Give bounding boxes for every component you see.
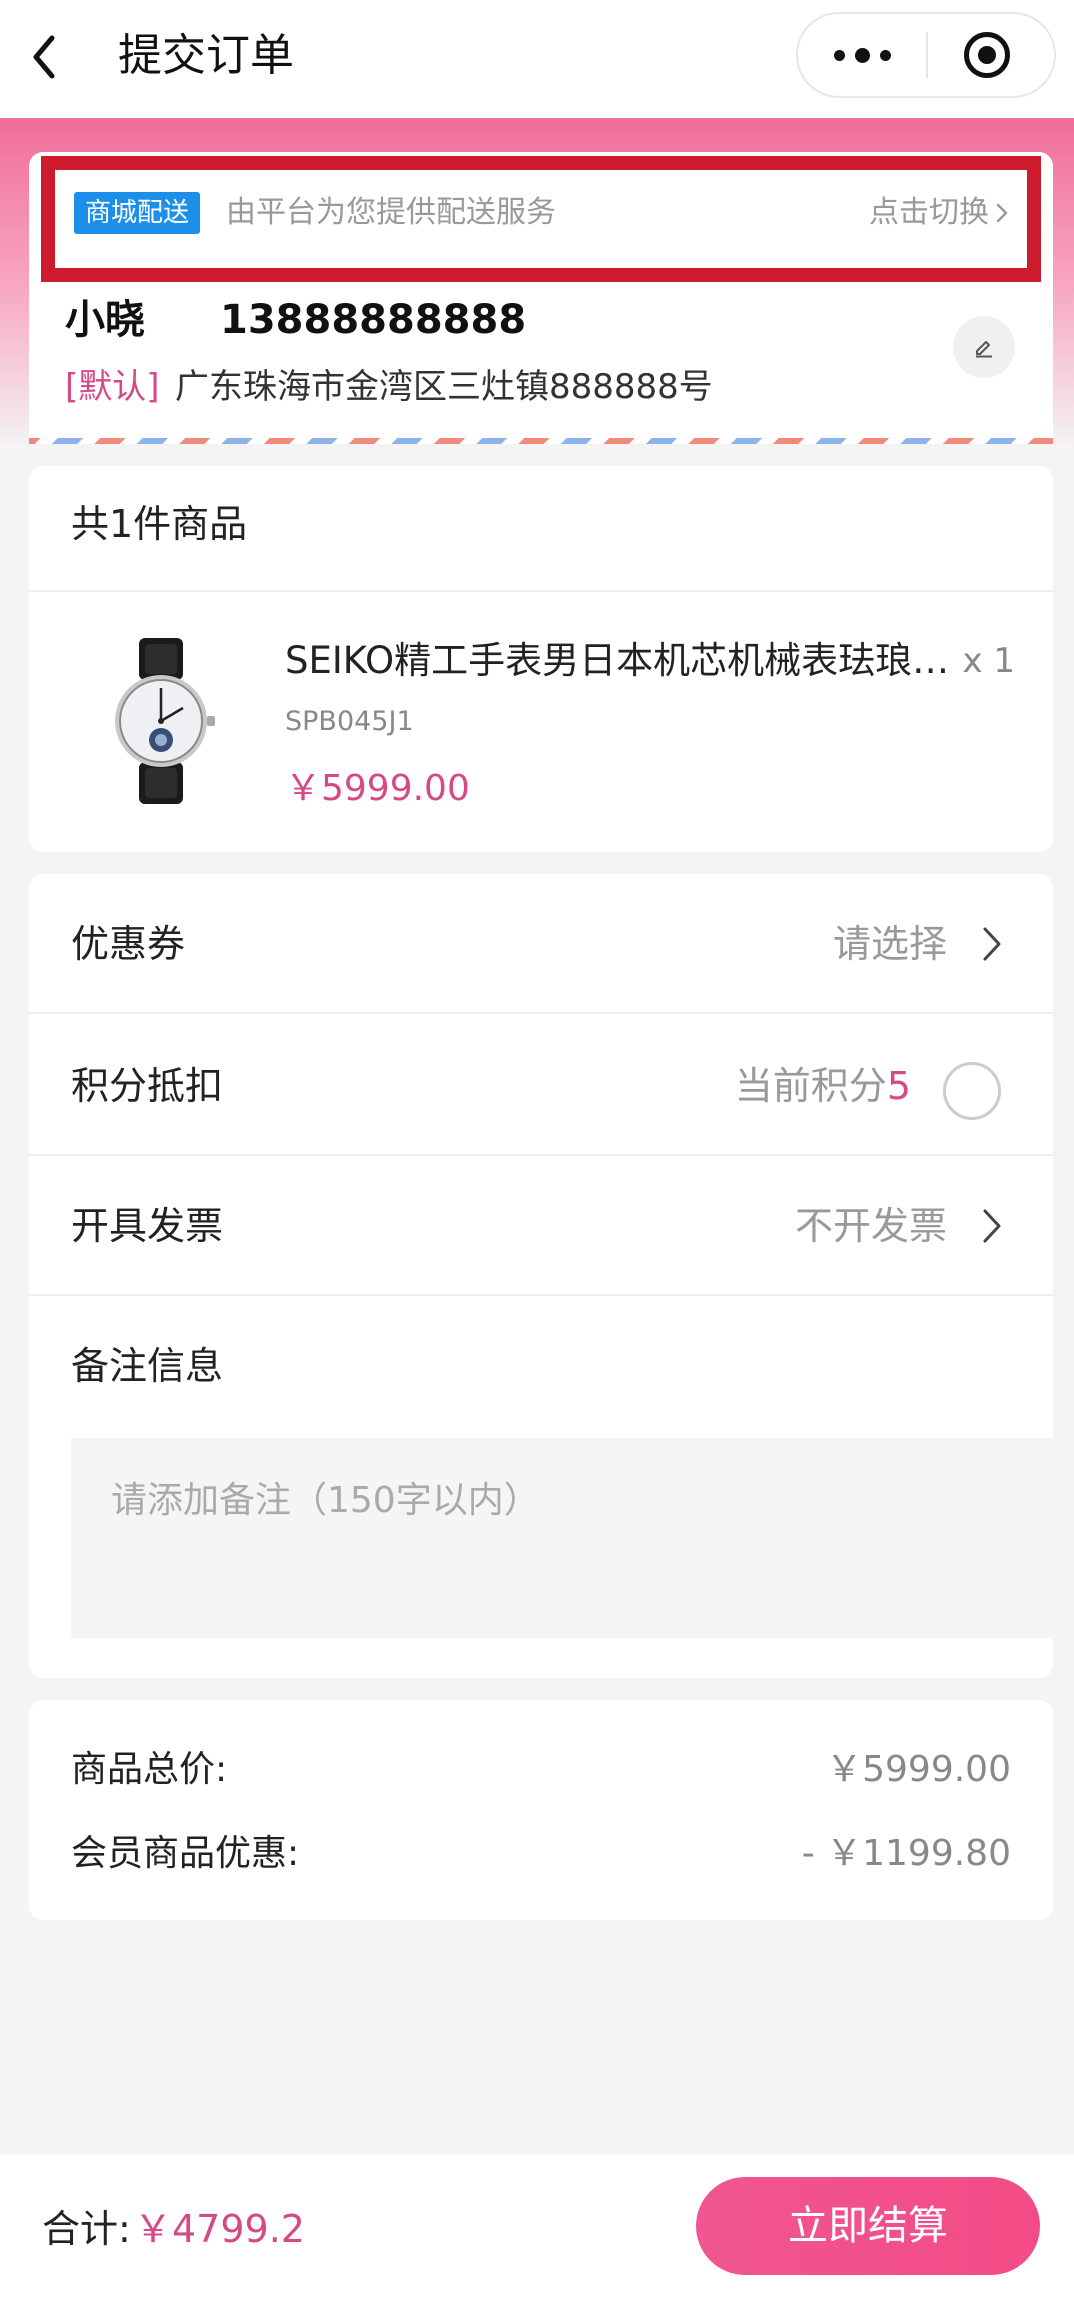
invoice-value: 不开发票: [794, 1204, 947, 1248]
delivery-mode-row[interactable]: 商城配送 由平台为您提供配送服务 点击切换: [41, 156, 1041, 282]
summary-value: - ￥1199.80: [801, 1833, 1011, 1874]
points-prefix: 当前积分: [734, 1064, 887, 1108]
invoice-label: 开具发票: [71, 1204, 224, 1248]
recipient-name: 小晓: [65, 297, 145, 343]
recipient-phone: 13888888888: [220, 297, 527, 343]
default-address-tag: [默认]: [65, 367, 160, 407]
summary-label: 商品总价:: [71, 1749, 228, 1790]
delivery-description: 由平台为您提供配送服务: [226, 195, 556, 230]
watch-icon: [115, 638, 215, 804]
capsule-divider: [926, 32, 928, 78]
remark-label: 备注信息: [71, 1344, 224, 1388]
more-dots-icon[interactable]: [798, 14, 926, 96]
product-sku: SPB045J1: [285, 706, 414, 737]
coupon-label: 优惠券: [71, 922, 186, 966]
summary-row-total: 商品总价: ￥5999.00: [71, 1740, 1011, 1800]
product-quantity: x 1: [962, 641, 1015, 681]
invoice-row[interactable]: 开具发票 不开发票: [29, 1156, 1053, 1296]
back-button[interactable]: [30, 22, 90, 92]
order-options-card: 优惠券 请选择 积分抵扣 当前积分5 开具发票 不开发票 备注信息: [29, 874, 1053, 1678]
pencil-icon: [976, 341, 992, 358]
checkout-bar: 合计: ￥4799.2 立即结算: [0, 2155, 1074, 2299]
chevron-left-icon: [33, 35, 55, 79]
product-price: ￥5999.00: [285, 768, 470, 809]
product-title[interactable]: SEIKO精工手表男日本机芯机械表珐琅表盘陀飞轮镂空: [285, 634, 965, 688]
points-number: 5: [886, 1064, 911, 1108]
page-title: 提交订单: [118, 30, 294, 81]
edit-address-button[interactable]: [953, 316, 1015, 378]
coupon-value: 请选择: [832, 922, 947, 966]
divider: [29, 1294, 1053, 1296]
goods-count-header: 共1件商品: [71, 502, 248, 546]
mini-program-capsule: [796, 12, 1056, 98]
summary-row-discount: 会员商品优惠: - ￥1199.80: [71, 1824, 1011, 1884]
nav-bar: 提交订单: [0, 0, 1074, 118]
chevron-right-icon: [996, 203, 1008, 223]
address-card: 商城配送 由平台为您提供配送服务 点击切换 小晓 13888888888 [默认…: [29, 152, 1053, 442]
coupon-row[interactable]: 优惠券 请选择: [29, 874, 1053, 1014]
points-value: 当前积分5: [735, 1056, 911, 1116]
address-detail: 广东珠海市金湾区三灶镇888888号: [175, 367, 713, 407]
divider: [29, 590, 1053, 592]
summary-label: 会员商品优惠:: [71, 1833, 300, 1874]
total-amount: ￥4799.2: [134, 2207, 305, 2251]
chevron-right-icon: [983, 1209, 1001, 1243]
checkout-button[interactable]: 立即结算: [696, 2177, 1040, 2275]
delivery-switch-label: 点击切换: [869, 195, 989, 230]
delivery-tag: 商城配送: [74, 192, 200, 234]
target-circle-icon[interactable]: [964, 32, 1010, 78]
points-radio[interactable]: [943, 1062, 1001, 1120]
points-row[interactable]: 积分抵扣 当前积分5: [29, 1016, 1053, 1156]
price-summary-card: 商品总价: ￥5999.00 会员商品优惠: - ￥1199.80: [29, 1700, 1053, 1920]
chevron-right-icon: [983, 927, 1001, 961]
summary-value: ￥5999.00: [826, 1749, 1011, 1790]
total-label: 合计:: [42, 2207, 131, 2251]
product-image[interactable]: [91, 636, 231, 806]
remark-input[interactable]: [71, 1438, 1053, 1638]
goods-card: 共1件商品 SEIKO精工手表男日本机芯机械表珐琅表盘陀飞轮镂空 x 1 SPB…: [29, 466, 1053, 852]
points-label: 积分抵扣: [71, 1064, 224, 1108]
divider: [29, 1012, 1053, 1014]
delivery-switch-button[interactable]: 点击切换: [869, 190, 1011, 236]
airmail-border: [29, 438, 1053, 444]
